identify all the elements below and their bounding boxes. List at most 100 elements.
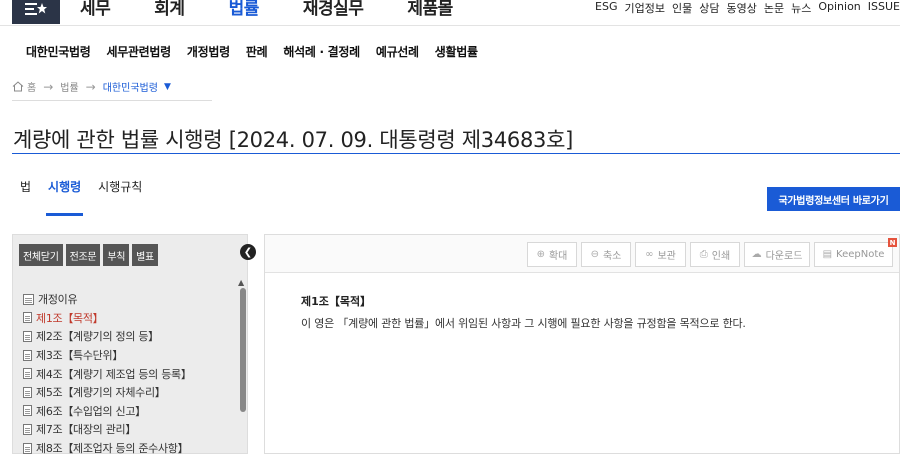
save-label: 보관 — [657, 251, 676, 262]
toc-scrollbar[interactable]: ▲ — [238, 278, 246, 454]
util-video[interactable]: 동영상 — [726, 0, 756, 16]
breadcrumb-law[interactable]: 법률 — [60, 79, 78, 94]
scrollbar-thumb[interactable] — [240, 288, 246, 412]
toc-item-article-6[interactable]: 제6조【수입업의 신고】 — [23, 402, 192, 421]
all-articles-button[interactable]: 전조문 — [65, 244, 101, 266]
util-issue[interactable]: ISSUE — [868, 0, 900, 16]
print-label: 인쇄 — [711, 251, 731, 262]
zoom-in-label: 확대 — [548, 251, 568, 262]
document-icon — [23, 442, 32, 454]
law-center-button[interactable]: 국가법령정보센터 바로가기 — [767, 187, 900, 211]
appendix-button[interactable]: 별표 — [132, 244, 158, 266]
gnb-item-accounting[interactable]: 회계 — [154, 0, 185, 19]
caret-down-icon[interactable]: ▼ — [164, 82, 171, 92]
zoom-in-button[interactable]: ⊕ 확대 — [527, 242, 577, 267]
menu-star-icon — [25, 3, 47, 15]
title-underline — [12, 153, 900, 154]
gnb-item-finance[interactable]: 재경실무 — [303, 0, 364, 19]
tab-law[interactable]: 법 — [20, 178, 31, 216]
article-body: 이 영은 「계량에 관한 법률」에서 위임된 사항과 그 시행에 필요한 사항을… — [301, 317, 746, 330]
toc-item-label: 제2조【계량기의 정의 등】 — [36, 330, 159, 344]
toc-item-article-3[interactable]: 제3조【특수단위】 — [23, 346, 192, 365]
subnav-precedent[interactable]: 판례 — [246, 43, 268, 60]
save-button[interactable]: ∞ 보관 — [635, 242, 686, 267]
document-icon — [23, 423, 32, 435]
keepnote-button[interactable]: ▤ KeepNote — [814, 242, 893, 267]
toc-item-article-5[interactable]: 제5조【계량기의 자체수리】 — [23, 383, 192, 402]
document-icon — [23, 405, 32, 417]
document-icon — [23, 368, 32, 380]
arrow-right-icon: → — [43, 79, 54, 94]
toc-item-label: 제1조【목적】 — [36, 311, 104, 325]
gnb-item-tax[interactable]: 세무 — [80, 0, 111, 19]
toc-item-label: 개정이유 — [38, 293, 78, 307]
global-nav: 세무 회계 법률 재경실무 제품몰 — [80, 0, 497, 19]
gnb-item-law[interactable]: 법률 — [229, 0, 260, 19]
toc-item-reason[interactable]: 개정이유 — [23, 290, 192, 309]
law-tabs: 법 시행령 시행규칙 — [20, 178, 159, 216]
toc-list: 개정이유 제1조【목적】 제2조【계량기의 정의 등】 제3조【특수단위】 제4… — [23, 290, 192, 454]
toc-item-label: 제4조【계량기 제조업 등의 등록】 — [36, 367, 192, 381]
toc-item-label: 제8조【제조업자 등의 준수사항】 — [36, 442, 189, 454]
document-icon — [23, 349, 32, 361]
scroll-up-arrow-icon[interactable]: ▲ — [238, 278, 244, 287]
toc-item-article-1[interactable]: 제1조【목적】 — [23, 309, 192, 328]
util-paper[interactable]: 논문 — [764, 0, 784, 16]
note-icon: ▤ — [822, 249, 833, 260]
util-esg[interactable]: ESG — [595, 0, 617, 16]
toc-item-label: 제5조【계량기의 자체수리】 — [36, 386, 166, 400]
link-icon: ∞ — [645, 249, 654, 260]
zoom-out-button[interactable]: ⊖ 축소 — [581, 242, 631, 267]
close-all-button[interactable]: 전체닫기 — [19, 244, 63, 266]
toc-item-article-4[interactable]: 제4조【계량기 제조업 등의 등록】 — [23, 364, 192, 383]
document-icon — [23, 386, 32, 398]
download-button[interactable]: ☁ 다운로드 — [744, 242, 810, 267]
document-icon — [23, 312, 32, 324]
util-consult[interactable]: 상담 — [699, 0, 719, 16]
utility-nav: ESG 기업정보 인물 상담 동영상 논문 뉴스 Opinion ISSUE — [588, 0, 900, 16]
download-cloud-icon: ☁ — [751, 249, 762, 260]
page-title: 계량에 관한 법률 시행령 [2024. 07. 09. 대통령령 제34683… — [13, 128, 574, 152]
tab-enforcement-rules[interactable]: 시행규칙 — [98, 178, 142, 216]
subnav-interpretation[interactable]: 해석례 · 결정례 — [283, 43, 360, 60]
new-badge: N — [888, 238, 897, 247]
subnav-korean-law[interactable]: 대한민국법령 — [26, 43, 91, 60]
zoom-in-icon: ⊕ — [536, 249, 545, 260]
download-label: 다운로드 — [765, 251, 803, 262]
arrow-right-icon: → — [85, 79, 96, 94]
toc-item-article-2[interactable]: 제2조【계량기의 정의 등】 — [23, 327, 192, 346]
print-button[interactable]: ⎙ 인쇄 — [690, 242, 740, 267]
subnav-tax-law[interactable]: 세무관련법령 — [106, 43, 171, 60]
toc-item-article-7[interactable]: 제7조【대장의 관리】 — [23, 420, 192, 439]
toc-item-article-8[interactable]: 제8조【제조업자 등의 준수사항】 — [23, 439, 192, 454]
content-toolbar: ⊕ 확대 ⊖ 축소 ∞ 보관 ⎙ 인쇄 ☁ 다운로드 ▤ KeepNote — [265, 235, 899, 273]
gnb-item-shop[interactable]: 제품몰 — [407, 0, 453, 19]
keepnote-label: KeepNote — [836, 249, 885, 260]
breadcrumb-home[interactable]: 홈 — [27, 79, 36, 94]
util-people[interactable]: 인물 — [672, 0, 692, 16]
article-title: 제1조【목적】 — [301, 295, 372, 308]
home-icon[interactable] — [12, 81, 24, 92]
sub-nav: 대한민국법령 세무관련법령 개정법령 판례 해석례 · 결정례 예규선례 생활법… — [26, 43, 494, 60]
util-opinion[interactable]: Opinion — [818, 0, 860, 16]
subnav-life-law[interactable]: 생활법률 — [435, 43, 478, 60]
zoom-out-label: 축소 — [602, 251, 622, 262]
collapse-panel-button[interactable]: ❮ — [240, 244, 256, 260]
util-company-info[interactable]: 기업정보 — [624, 0, 664, 16]
content-panel: ⊕ 확대 ⊖ 축소 ∞ 보관 ⎙ 인쇄 ☁ 다운로드 ▤ KeepNote — [264, 234, 900, 454]
toc-panel: 전체닫기 전조문 부칙 별표 개정이유 제1조【목적】 제2조【계량기의 정의 … — [12, 234, 248, 454]
toc-item-label: 제6조【수입업의 신고】 — [36, 404, 146, 418]
subnav-rules[interactable]: 예규선례 — [376, 43, 419, 60]
toc-item-label: 제3조【특수단위】 — [36, 349, 124, 363]
breadcrumb-current[interactable]: 대한민국법령 — [103, 79, 158, 94]
printer-icon: ⎙ — [699, 249, 708, 260]
document-icon — [23, 330, 32, 342]
zoom-out-icon: ⊖ — [590, 249, 599, 260]
tab-enforcement-decree[interactable]: 시행령 — [46, 178, 84, 216]
divider — [12, 100, 212, 101]
subnav-revised-law[interactable]: 개정법령 — [187, 43, 230, 60]
util-news[interactable]: 뉴스 — [791, 0, 811, 16]
menu-button[interactable] — [12, 0, 60, 24]
top-bar: 세무 회계 법률 재경실무 제품몰 ESG 기업정보 인물 상담 동영상 논문 … — [0, 0, 900, 26]
addenda-button[interactable]: 부칙 — [103, 244, 130, 266]
